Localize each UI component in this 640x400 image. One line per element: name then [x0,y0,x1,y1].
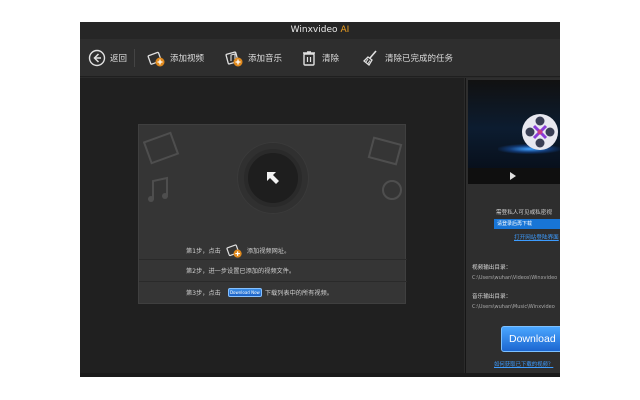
clear-completed-label: 清除已完成的任务 [385,54,454,64]
step-3: 第3步，点击 Download Now 下载列表中的所有视频。 [186,288,333,297]
add-url-circle[interactable] [244,149,302,207]
app-title-ai: AI [340,25,350,35]
drop-panel[interactable]: 第1步，点击 添加视频网址。 第2步，进一步设置已添加的视频文件。 第3步，点击… [138,124,407,304]
step-divider [139,259,407,260]
decor-film-icon [143,131,180,165]
add-video-button[interactable]: 添加视频 [146,47,204,69]
film-reel-icon [522,114,558,150]
step-2: 第2步，进一步设置已添加的视频文件。 [186,266,295,275]
music-output-label: 音乐输出目录： [472,294,512,300]
clear-label: 清除 [322,54,340,64]
add-music-label: 添加音乐 [248,54,283,64]
add-music-icon [225,51,243,67]
step2-text: 第2步，进一步设置已添加的视频文件。 [186,268,296,275]
bottom-strip [80,373,560,377]
video-preview [468,80,560,184]
toolbar-separator [134,49,135,67]
step3-prefix: 第3步，点击 [186,290,221,297]
arrow-up-left-icon [267,172,279,184]
add-video-icon [147,51,165,67]
downloaded-videos-link[interactable]: 如何获取已下载的视频？ [494,360,553,368]
download-button[interactable]: Download [501,326,560,352]
step-1: 第1步，点击 添加视频网址。 [186,241,290,259]
trash-icon [303,51,315,66]
login-prompt-bar[interactable]: 请登录后再下载 [494,219,560,229]
app-title: Winxvideo [290,25,338,35]
back-circle-arrow-icon [88,49,106,67]
step1-prefix: 第1步，点击 [186,247,221,255]
app-window: Winxvideo AI 返回 添加视频 添加音乐 清除 清除已完成的任务 第1… [80,22,560,377]
title-bar: Winxvideo AI [80,22,560,39]
broom-icon [363,50,377,66]
clear-completed-button[interactable]: 清除已完成的任务 [361,47,453,69]
add-music-button[interactable]: 添加音乐 [224,47,282,69]
music-output-path[interactable]: C:\Users\wuhan\Music\Winxvideo [472,304,555,310]
right-panel: 需登私人可见或私密视 请登录后再下载 打开网站登陆界面 视频输出目录： C:\U… [465,78,560,377]
login-notice: 需登私人可见或私密视 [496,210,552,216]
step1-suffix: 添加视频网址。 [246,247,291,255]
decor-camera-icon [382,180,402,200]
step-divider [139,281,407,282]
decor-clapper-icon [367,136,403,166]
add-url-icon [226,244,242,258]
video-output-label: 视频输出目录： [472,265,512,271]
back-label: 返回 [110,54,128,64]
step3-suffix: 下载列表中的所有视频。 [264,290,333,297]
download-area[interactable]: 第1步，点击 添加视频网址。 第2步，进一步设置已添加的视频文件。 第3步，点击… [80,78,464,377]
back-button[interactable]: 返回 [88,47,127,69]
toolbar: 返回 添加视频 添加音乐 清除 清除已完成的任务 [80,39,560,77]
decor-music-icon [148,176,168,202]
mini-download-now-button[interactable]: Download Now [227,288,262,297]
video-output-path[interactable]: C:\Users\wuhan\Videos\Winxvideo [472,275,557,281]
add-video-label: 添加视频 [170,54,205,64]
open-login-link[interactable]: 打开网站登陆界面 [514,233,559,241]
clear-button[interactable]: 清除 [300,47,339,69]
player-controls [468,168,560,184]
play-icon[interactable] [510,172,516,180]
